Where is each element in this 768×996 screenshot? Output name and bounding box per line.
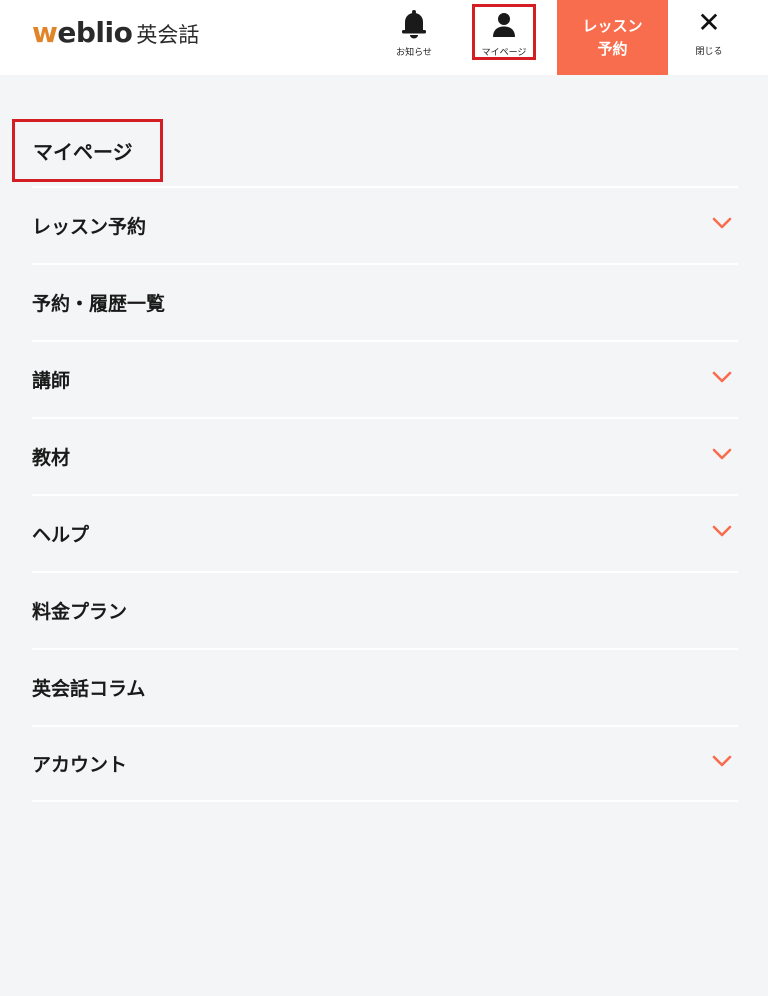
- menu-item-materials[interactable]: 教材: [32, 417, 738, 494]
- reserve-line2: 予約: [597, 39, 628, 58]
- menu-item-label: 料金プラン: [32, 601, 128, 623]
- close-button[interactable]: ✕ 閉じる: [680, 8, 738, 62]
- chevron-down-icon[interactable]: [712, 216, 732, 230]
- chevron-down-icon[interactable]: [712, 754, 732, 768]
- logo-subtitle: 英会話: [136, 23, 200, 47]
- header: weblio 英会話 お知らせ マイページ レッスン 予約 ✕ 閉じる: [0, 0, 768, 75]
- bell-icon: [399, 6, 429, 39]
- menu-item-label: レッスン予約: [32, 216, 147, 238]
- menu-item-label: 英会話コラム: [32, 678, 146, 700]
- menu-item-reservation-history[interactable]: 予約・履歴一覧: [32, 263, 738, 340]
- notice-button[interactable]: お知らせ: [383, 6, 445, 60]
- user-icon: [492, 7, 516, 38]
- logo[interactable]: weblio 英会話: [32, 16, 199, 52]
- close-label: 閉じる: [695, 47, 723, 57]
- close-icon: ✕: [697, 6, 721, 39]
- lesson-reserve-button[interactable]: レッスン 予約: [557, 0, 668, 75]
- menu-item-help[interactable]: ヘルプ: [32, 494, 738, 571]
- mypage-button[interactable]: マイページ: [472, 4, 536, 60]
- menu-item-teachers[interactable]: 講師: [32, 340, 738, 417]
- chevron-down-icon[interactable]: [712, 524, 732, 538]
- menu-title-label: マイページ: [33, 140, 133, 164]
- notice-label: お知らせ: [396, 48, 432, 58]
- menu-item-label: 予約・履歴一覧: [32, 293, 166, 315]
- mypage-label: マイページ: [481, 48, 527, 58]
- logo-wordmark: weblio: [32, 16, 133, 49]
- menu-list: レッスン予約 予約・履歴一覧 講師 教材 ヘルプ 料金プラン 英会話コラム アカ…: [32, 186, 738, 802]
- reserve-line1: レッスン: [582, 16, 643, 35]
- menu-item-column[interactable]: 英会話コラム: [32, 648, 738, 725]
- menu-item-account[interactable]: アカウント: [32, 725, 738, 802]
- menu-item-lesson-reserve[interactable]: レッスン予約: [32, 186, 738, 263]
- chevron-down-icon[interactable]: [712, 447, 732, 461]
- menu-item-label: 教材: [32, 447, 71, 469]
- menu-item-label: アカウント: [32, 754, 128, 776]
- menu-title-mypage[interactable]: マイページ: [12, 119, 163, 182]
- menu-item-pricing[interactable]: 料金プラン: [32, 571, 738, 648]
- menu-item-label: 講師: [32, 370, 71, 392]
- menu-item-label: ヘルプ: [32, 524, 90, 546]
- chevron-down-icon[interactable]: [712, 370, 732, 384]
